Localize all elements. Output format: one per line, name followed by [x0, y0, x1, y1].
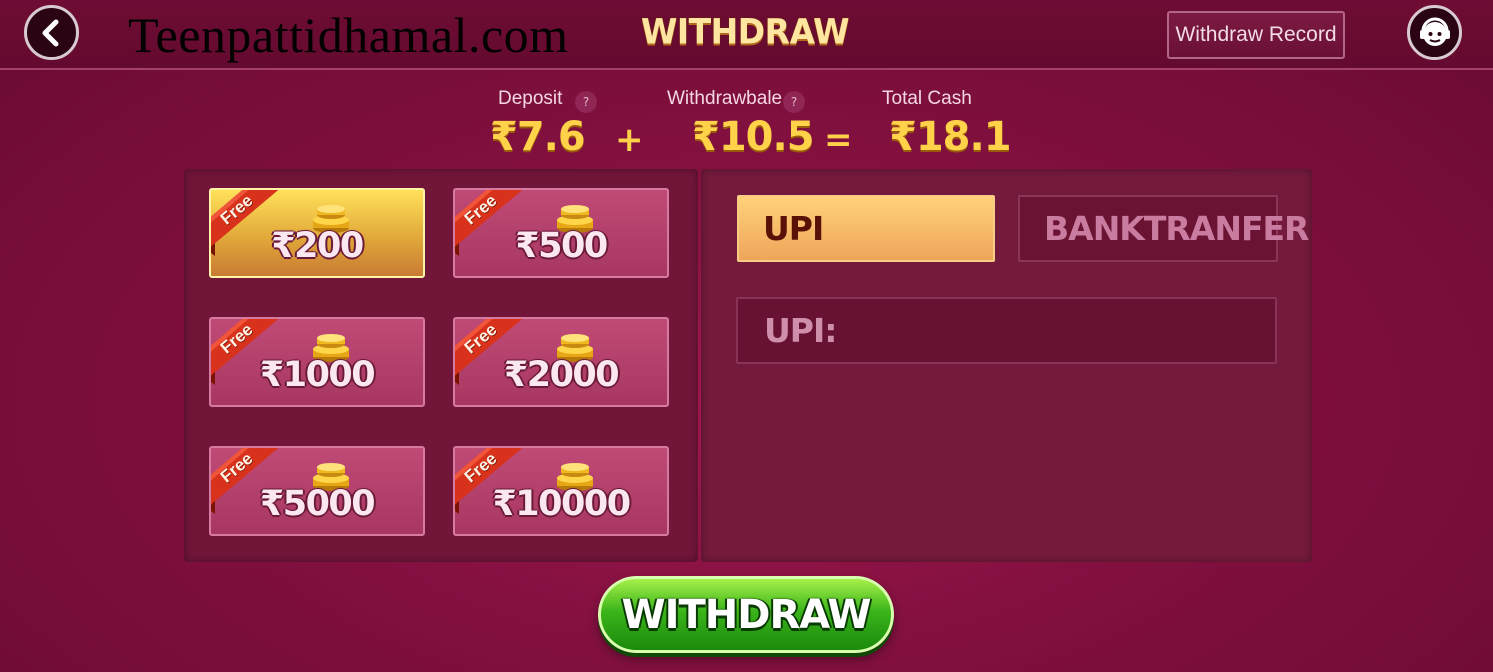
withdrawable-help-icon[interactable]: ? [783, 91, 805, 113]
amount-option-card[interactable]: Free ₹1000 [209, 317, 425, 407]
deposit-value: ₹7.6 [490, 114, 586, 160]
free-badge: Free [216, 190, 257, 229]
amount-option-card[interactable]: Free ₹200 [209, 188, 425, 278]
amount-label: ₹200 [271, 226, 364, 266]
tab-upi[interactable]: UPI [737, 195, 995, 262]
total-cash-value: ₹18.1 [889, 114, 1012, 160]
withdraw-record-button[interactable]: Withdraw Record [1167, 11, 1345, 59]
free-badge: Free [216, 448, 257, 487]
equals-sign: = [824, 120, 853, 160]
amount-option-card[interactable]: Free ₹5000 [209, 446, 425, 536]
amount-label: ₹1000 [259, 355, 376, 395]
amount-label: ₹5000 [259, 484, 376, 524]
page-title: WITHDRAW [640, 11, 850, 52]
withdrawable-label: Withdrawbale [667, 88, 783, 109]
tab-bank-transfer[interactable]: BANKTRANFER [1018, 195, 1309, 262]
amount-option-card[interactable]: Free ₹2000 [453, 317, 669, 407]
deposit-help-icon[interactable]: ? [575, 91, 597, 113]
withdraw-button[interactable]: WITHDRAW [598, 576, 894, 653]
free-badge: Free [216, 319, 257, 358]
site-watermark: Teenpattidhamal.com [128, 7, 569, 63]
headset-icon [1419, 17, 1450, 46]
chevron-left-icon [42, 19, 58, 46]
amount-option-card[interactable]: Free ₹500 [453, 188, 669, 278]
free-badge: Free [460, 319, 501, 358]
amount-label: ₹500 [515, 226, 608, 266]
withdrawable-value: ₹10.5 [692, 114, 815, 160]
amount-label: ₹2000 [503, 355, 620, 395]
free-badge: Free [460, 448, 501, 487]
deposit-label: Deposit [498, 88, 563, 109]
customer-service-button[interactable] [1407, 5, 1462, 60]
upi-input[interactable]: UPI: [736, 297, 1277, 364]
plus-sign: + [615, 120, 644, 160]
total-cash-label: Total Cash [882, 88, 972, 109]
amount-label: ₹10000 [492, 484, 631, 524]
back-button[interactable] [24, 5, 79, 60]
free-badge: Free [460, 190, 501, 229]
amount-option-card[interactable]: Free ₹10000 [453, 446, 669, 536]
top-bar: Teenpattidhamal.com WITHDRAW Withdraw Re… [0, 0, 1493, 70]
